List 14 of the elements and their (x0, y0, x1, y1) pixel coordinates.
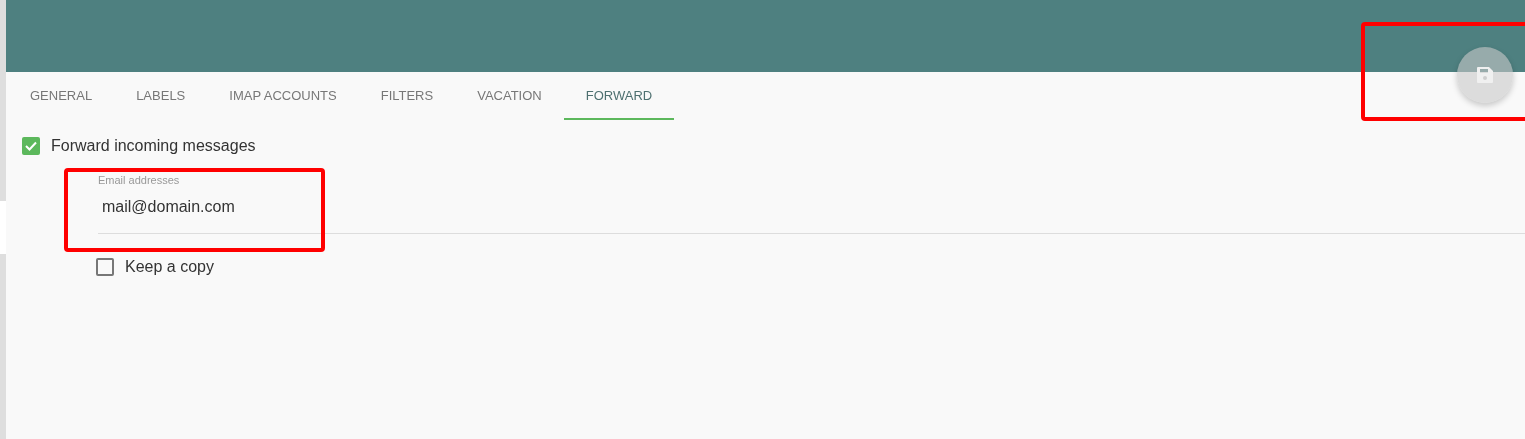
checkbox[interactable] (22, 137, 40, 155)
field-value: mail@domain.com (102, 198, 235, 216)
checkbox-label: Keep a copy (125, 258, 214, 276)
tab[interactable]: GENERAL (8, 72, 115, 120)
check-icon (25, 141, 37, 151)
tab[interactable]: FORWARD (563, 72, 675, 120)
tab[interactable]: VACATION (455, 72, 564, 120)
email-field[interactable]: Email addresses mail@domain.com (98, 174, 1525, 234)
tab[interactable]: IMAP ACCOUNTS (207, 72, 359, 120)
checkbox[interactable] (96, 258, 114, 276)
tab[interactable]: LABELS (114, 72, 208, 120)
field-label: Email addresses (98, 174, 180, 186)
checkbox-label: Forward incoming messages (51, 137, 256, 155)
tab[interactable]: FILTERS (358, 72, 456, 120)
